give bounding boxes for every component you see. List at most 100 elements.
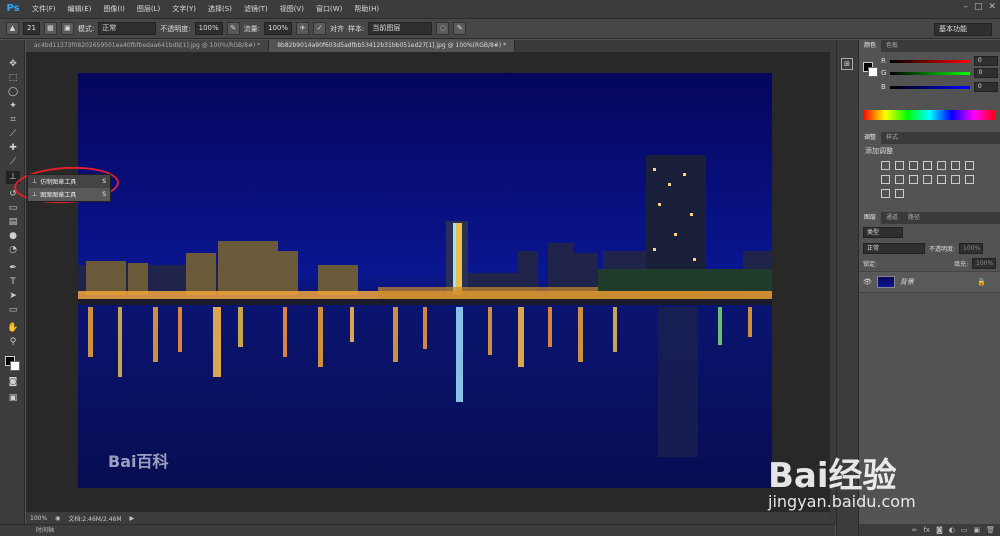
status-arrow-icon[interactable]: ▶ (130, 515, 135, 522)
threshold-icon[interactable] (965, 175, 974, 184)
exposure-icon[interactable] (923, 161, 932, 170)
menu-help[interactable]: 帮助(H) (348, 0, 385, 18)
color-spectrum-bar[interactable] (863, 110, 996, 120)
menu-type[interactable]: 文字(Y) (166, 0, 202, 18)
eyedropper-tool-icon[interactable]: ⟋ (6, 128, 20, 141)
tab-adjustments[interactable]: 调整 (859, 132, 882, 144)
brush-tool-icon[interactable]: ⟋ (6, 156, 20, 169)
quick-mask-icon[interactable]: ◙ (6, 376, 20, 389)
hue-saturation-icon[interactable] (951, 161, 960, 170)
menu-window[interactable]: 窗口(W) (310, 0, 348, 18)
screen-mode-icon[interactable]: ▣ (6, 392, 20, 405)
gradient-map-icon[interactable] (895, 189, 904, 198)
r-value-input[interactable]: 0 (973, 56, 998, 66)
eraser-tool-icon[interactable]: ▭ (6, 202, 20, 215)
lasso-tool-icon[interactable]: ◯ (6, 86, 20, 99)
gradient-tool-icon[interactable]: ▤ (6, 216, 20, 229)
history-panel-icon[interactable]: ⊞ (841, 58, 853, 70)
shape-tool-icon[interactable]: ▭ (6, 304, 20, 317)
zoom-level[interactable]: 100% (30, 515, 47, 522)
posterize-icon[interactable] (951, 175, 960, 184)
opacity-input[interactable]: 100% (194, 22, 223, 35)
dodge-tool-icon[interactable]: ◔ (6, 244, 20, 257)
menu-image[interactable]: 图像(I) (97, 0, 131, 18)
menu-filter[interactable]: 滤镜(T) (238, 0, 274, 18)
background-color-swatch[interactable] (10, 361, 20, 371)
menu-file[interactable]: 文件(F) (26, 0, 62, 18)
tab-document-1[interactable]: ac4bd11373f08202659501ea40fbfbedaa641bdb… (26, 40, 270, 52)
color-balance-icon[interactable] (965, 161, 974, 170)
levels-icon[interactable] (895, 161, 904, 170)
vibrance-icon[interactable] (937, 161, 946, 170)
color-bg-swatch[interactable] (868, 67, 878, 77)
channel-mixer-icon[interactable] (909, 175, 918, 184)
fx-icon[interactable]: fx (923, 526, 930, 534)
b-value-input[interactable]: 0 (973, 82, 998, 92)
tab-document-2[interactable]: 8b82b9014a90f603d5adfbb53412b31bb051ed27… (269, 40, 516, 52)
quick-select-tool-icon[interactable]: ✦ (6, 100, 20, 113)
brush-panel-icon[interactable]: ▦ (43, 22, 57, 35)
type-tool-icon[interactable]: T (6, 276, 20, 289)
aligned-checkbox[interactable]: ✓ (313, 22, 326, 35)
tab-swatches[interactable]: 色板 (881, 40, 903, 52)
new-group-icon[interactable]: ▭ (961, 526, 968, 534)
layer-opacity-input[interactable]: 100% (959, 243, 984, 254)
close-icon[interactable]: ✕ (988, 2, 996, 12)
tab-channels[interactable]: 通道 (881, 212, 903, 224)
photo-filter-icon[interactable] (895, 175, 904, 184)
tab-color[interactable]: 颜色 (859, 40, 882, 52)
r-slider[interactable] (889, 59, 970, 63)
clone-stamp-menu-item[interactable]: ⊥ 仿制图章工具 S (28, 175, 110, 188)
marquee-tool-icon[interactable]: ⬚ (6, 72, 20, 85)
menu-select[interactable]: 选择(S) (202, 0, 238, 18)
color-lookup-icon[interactable] (923, 175, 932, 184)
menu-layer[interactable]: 图层(L) (131, 0, 166, 18)
clone-stamp-preset-icon[interactable]: ▲ (6, 22, 19, 35)
move-tool-icon[interactable]: ✥ (6, 58, 20, 71)
layer-kind-select[interactable]: 类型 (863, 227, 903, 238)
g-slider[interactable] (890, 71, 971, 75)
mode-select[interactable]: 正常 (98, 22, 157, 35)
timeline-panel[interactable]: 时间轴 (0, 524, 835, 536)
healing-brush-tool-icon[interactable]: ✚ (6, 142, 20, 155)
add-mask-icon[interactable]: ◙ (936, 526, 943, 534)
black-white-icon[interactable] (881, 175, 890, 184)
blur-tool-icon[interactable]: ● (6, 230, 20, 243)
tab-layers[interactable]: 图层 (859, 212, 882, 224)
layer-blend-select[interactable]: 正常 (863, 243, 925, 254)
delete-layer-icon[interactable]: 🗑 (986, 526, 995, 534)
tab-styles[interactable]: 样式 (881, 132, 903, 144)
crop-tool-icon[interactable]: ⌗ (6, 114, 20, 127)
pressure-opacity-icon[interactable]: ✎ (226, 22, 240, 35)
curves-icon[interactable] (909, 161, 918, 170)
ignore-adjustment-icon[interactable]: ◌ (436, 22, 450, 35)
path-select-tool-icon[interactable]: ➤ (6, 290, 20, 303)
new-adjustment-icon[interactable]: ◐ (949, 526, 955, 534)
g-value-input[interactable]: 0 (974, 68, 999, 78)
zoom-tool-icon[interactable]: ⚲ (6, 336, 20, 349)
eye-icon[interactable]: 👁 (863, 278, 872, 286)
link-layers-icon[interactable]: ∞ (912, 526, 918, 534)
tab-paths[interactable]: 路径 (903, 212, 925, 224)
pattern-stamp-menu-item[interactable]: ⊥ 图案图章工具 S (28, 188, 110, 201)
b-slider[interactable] (889, 85, 970, 89)
maximize-icon[interactable]: □ (974, 2, 983, 12)
brush-size-picker[interactable]: 21 (23, 22, 40, 35)
layer-fill-input[interactable]: 100% (972, 258, 996, 269)
new-layer-icon[interactable]: ▣ (973, 526, 980, 534)
sample-select[interactable]: 当前图层 (368, 22, 433, 35)
menu-view[interactable]: 视图(V) (274, 0, 310, 18)
invert-icon[interactable] (937, 175, 946, 184)
menu-edit[interactable]: 编辑(E) (62, 0, 98, 18)
brightness-icon[interactable] (881, 161, 890, 170)
canvas-area[interactable]: Bai百科 (26, 52, 830, 512)
airbrush-icon[interactable]: ✈ (296, 22, 309, 35)
workspace-select[interactable]: 基本功能 (934, 23, 992, 36)
selective-color-icon[interactable] (881, 189, 890, 198)
status-icon[interactable]: ◉ (55, 515, 60, 522)
pen-tool-icon[interactable]: ✒ (6, 262, 20, 275)
flow-input[interactable]: 100% (264, 22, 292, 35)
clone-source-icon[interactable]: ▣ (60, 22, 74, 35)
hand-tool-icon[interactable]: ✋ (6, 322, 20, 335)
pressure-size-icon[interactable]: ✎ (453, 22, 467, 35)
